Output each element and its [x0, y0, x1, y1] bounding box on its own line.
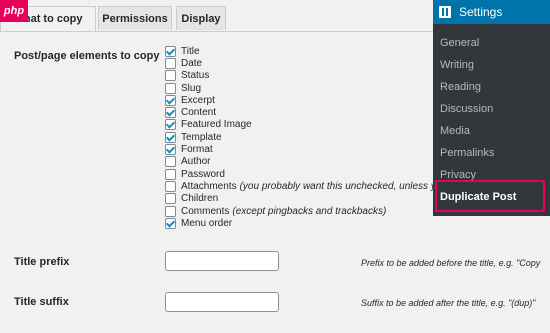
checkbox-label: Comments: [181, 205, 230, 217]
title-suffix-input[interactable]: [165, 292, 279, 312]
title-prefix-input[interactable]: [165, 251, 279, 271]
checkbox-row[interactable]: Comments (except pingbacks and trackbacks…: [165, 205, 447, 217]
checkbox-label: Children: [181, 193, 219, 205]
checkbox[interactable]: [165, 193, 176, 205]
checkbox[interactable]: [165, 119, 176, 131]
checkbox-label: Content: [181, 107, 217, 119]
title-prefix-hint: Prefix to be added before the title, e.g…: [361, 258, 541, 268]
checkbox-row[interactable]: Author: [165, 156, 447, 168]
checkbox-hint: (you probably want this unchecked, unles…: [239, 180, 447, 192]
settings-sliders-icon: [439, 6, 451, 18]
checkbox-label: Status: [181, 70, 210, 82]
checkbox[interactable]: [165, 180, 176, 192]
settings-menu-header[interactable]: Settings: [433, 0, 550, 24]
checkbox-label: Slug: [181, 82, 202, 94]
checkbox[interactable]: [165, 82, 176, 94]
checkbox-row[interactable]: Content: [165, 106, 447, 119]
checkbox-row[interactable]: Featured Image: [165, 119, 447, 131]
checkbox-hint: (except pingbacks and trackbacks): [232, 205, 387, 217]
checkbox[interactable]: [165, 205, 176, 217]
checkbox-row[interactable]: Status: [165, 70, 447, 82]
title-suffix-hint: Suffix to be added after the title, e.g.…: [361, 298, 536, 308]
checkbox[interactable]: [165, 107, 176, 119]
checkbox-row[interactable]: Children: [165, 193, 447, 205]
checkbox[interactable]: [165, 156, 176, 168]
checkbox-label: Menu order: [181, 217, 233, 229]
checkbox[interactable]: [165, 217, 176, 229]
checkbox[interactable]: [165, 168, 176, 180]
checkbox-label: Attachments: [181, 180, 237, 192]
checkbox-row[interactable]: Date: [165, 57, 447, 69]
menu-item-reading[interactable]: Reading: [433, 76, 550, 98]
checkbox-row[interactable]: Title: [165, 45, 447, 57]
menu-item-general[interactable]: General: [433, 32, 550, 54]
elements-section-label: Post/page elements to copy: [14, 50, 160, 62]
menu-item-writing[interactable]: Writing: [433, 54, 550, 76]
checkbox[interactable]: [165, 70, 176, 82]
highlight-box: [435, 180, 545, 212]
checkbox-label: Author: [181, 156, 211, 168]
checkbox-label: Featured Image: [181, 119, 252, 131]
checkbox-label: Password: [181, 168, 225, 180]
checkbox-row[interactable]: Excerpt: [165, 94, 447, 106]
checkbox-row[interactable]: Template: [165, 131, 447, 143]
checkbox-row[interactable]: Menu order: [165, 217, 447, 229]
checkbox-label: Template: [181, 131, 222, 143]
checkbox-row[interactable]: Format: [165, 143, 447, 156]
checkbox[interactable]: [165, 94, 176, 106]
settings-menu-title: Settings: [459, 5, 503, 19]
checkbox[interactable]: [165, 131, 176, 143]
menu-item-media[interactable]: Media: [433, 120, 550, 142]
checkbox-row[interactable]: Slug: [165, 82, 447, 94]
checkbox-label: Format: [181, 144, 213, 156]
checkbox-row[interactable]: Attachments (you probably want this unche…: [165, 180, 447, 192]
title-suffix-label: Title suffix: [14, 296, 69, 308]
checkbox[interactable]: [165, 144, 176, 156]
title-prefix-label: Title prefix: [14, 256, 70, 268]
checkbox[interactable]: [165, 57, 176, 69]
elements-checklist: Title Date Status Slug Excerpt Content F…: [165, 45, 447, 229]
checkbox[interactable]: [165, 45, 176, 57]
checkbox-label: Excerpt: [181, 94, 215, 106]
menu-item-permalinks[interactable]: Permalinks: [433, 142, 550, 164]
checkbox-row[interactable]: Password: [165, 168, 447, 180]
checkbox-label: Title: [181, 45, 200, 57]
tab-permissions[interactable]: Permissions: [98, 6, 172, 30]
watermark-badge: php: [0, 0, 28, 22]
tab-display[interactable]: Display: [176, 6, 226, 30]
checkbox-label: Date: [181, 57, 203, 69]
menu-item-discussion[interactable]: Discussion: [433, 98, 550, 120]
